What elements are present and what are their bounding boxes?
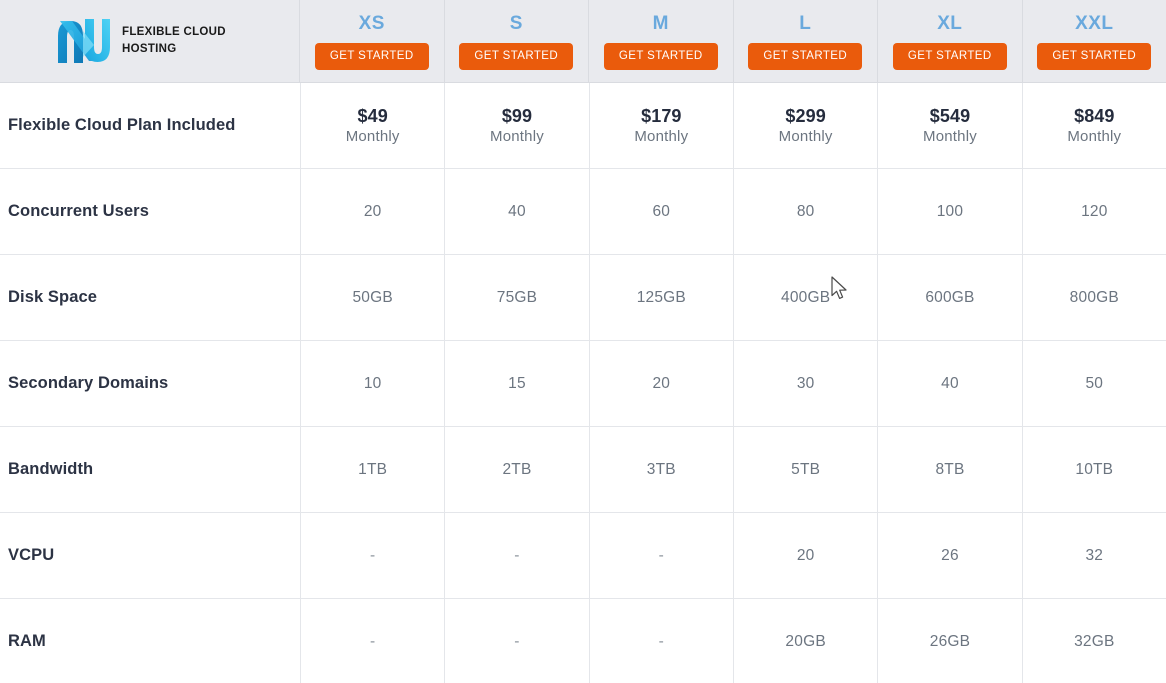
plan-column-l: L GET STARTED <box>734 0 878 82</box>
price-amount: $849 <box>1074 105 1115 126</box>
row-label: VCPU <box>8 546 55 564</box>
row-label: Secondary Domains <box>8 374 169 392</box>
table-cell: 800GB <box>1021 255 1166 340</box>
table-cell: 125GB <box>588 255 733 340</box>
price-period: Monthly <box>345 128 400 145</box>
table-row: Bandwidth 1TB 2TB 3TB 5TB 8TB 10TB <box>0 427 1166 513</box>
table-cell: 1TB <box>300 427 444 512</box>
table-cell: $849 Monthly <box>1021 83 1166 168</box>
flexible-cloud-hosting-logo-icon <box>58 19 110 63</box>
table-cell: 100 <box>877 169 1021 254</box>
plan-column-xl: XL GET STARTED <box>878 0 1023 82</box>
table-cell: $549 Monthly <box>877 83 1021 168</box>
plan-column-xs: XS GET STARTED <box>300 0 445 82</box>
price-amount: $299 <box>785 105 826 126</box>
table-cell: - <box>300 513 444 598</box>
table-row: Disk Space 50GB 75GB 125GB 400GB 600GB 8… <box>0 255 1166 341</box>
table-cell: 3TB <box>588 427 733 512</box>
brand-name: FLEXIBLE CLOUD HOSTING <box>122 24 226 57</box>
price-period: Monthly <box>490 128 544 145</box>
plan-name-xl: XL <box>937 12 963 34</box>
plan-name-m: M <box>652 12 669 34</box>
table-cell: 8TB <box>877 427 1021 512</box>
table-cell: 10 <box>300 341 444 426</box>
table-cell: $99 Monthly <box>444 83 588 168</box>
price-amount: $49 <box>357 105 388 126</box>
table-body: Flexible Cloud Plan Included $49 Monthly… <box>0 83 1166 683</box>
price-amount: $549 <box>929 105 971 126</box>
table-cell: $299 Monthly <box>732 83 877 168</box>
price-amount: $179 <box>641 105 682 126</box>
table-cell: 2TB <box>444 427 588 512</box>
plan-column-m: M GET STARTED <box>589 0 734 82</box>
table-cell: 400GB <box>732 255 877 340</box>
table-cell: 32 <box>1021 513 1166 598</box>
table-cell: $49 Monthly <box>300 83 444 168</box>
table-cell: 50 <box>1021 341 1166 426</box>
price-period: Monthly <box>1067 128 1122 145</box>
plan-column-s: S GET STARTED <box>445 0 589 82</box>
brand-name-line1: FLEXIBLE CLOUD <box>122 26 226 39</box>
row-label: RAM <box>8 632 46 650</box>
price-period: Monthly <box>778 128 833 145</box>
row-label: Flexible Cloud Plan Included <box>8 116 236 134</box>
table-cell: 30 <box>732 341 877 426</box>
table-cell: 20 <box>588 341 733 426</box>
pricing-comparison-table: FLEXIBLE CLOUD HOSTING XS GET STARTED S … <box>0 0 1166 683</box>
get-started-button-xs[interactable]: GET STARTED <box>314 42 429 71</box>
table-cell: 20GB <box>732 599 877 683</box>
table-cell: 20 <box>300 169 444 254</box>
table-cell: - <box>588 513 733 598</box>
price-period: Monthly <box>634 128 689 145</box>
plan-name-s: S <box>509 12 523 34</box>
table-cell: 80 <box>732 169 877 254</box>
table-cell: 26 <box>877 513 1021 598</box>
table-cell: - <box>444 513 588 598</box>
table-cell: 120 <box>1021 169 1166 254</box>
table-cell: 40 <box>877 341 1021 426</box>
table-cell: - <box>444 599 588 683</box>
row-label: Disk Space <box>8 288 98 306</box>
table-cell: 32GB <box>1021 599 1166 683</box>
table-cell: 75GB <box>444 255 588 340</box>
get-started-button-xxl[interactable]: GET STARTED <box>1037 42 1152 71</box>
brand-name-line2: HOSTING <box>122 43 177 55</box>
row-label: Bandwidth <box>8 460 94 478</box>
table-cell: 20 <box>732 513 877 598</box>
table-row: Flexible Cloud Plan Included $49 Monthly… <box>0 83 1166 169</box>
table-cell: 600GB <box>877 255 1021 340</box>
brand-cell: FLEXIBLE CLOUD HOSTING <box>0 0 300 82</box>
table-cell: 10TB <box>1021 427 1166 512</box>
table-row: Secondary Domains 10 15 20 30 40 50 <box>0 341 1166 427</box>
row-label: Concurrent Users <box>8 202 149 220</box>
table-cell: 40 <box>444 169 588 254</box>
table-cell: 26GB <box>877 599 1021 683</box>
table-cell: 5TB <box>732 427 877 512</box>
get-started-button-l[interactable]: GET STARTED <box>748 42 863 71</box>
get-started-button-m[interactable]: GET STARTED <box>603 42 718 71</box>
table-cell: 15 <box>444 341 588 426</box>
table-cell: 60 <box>588 169 733 254</box>
plan-name-l: L <box>799 12 812 34</box>
table-cell: - <box>300 599 444 683</box>
table-header-row: FLEXIBLE CLOUD HOSTING XS GET STARTED S … <box>0 0 1166 83</box>
get-started-button-s[interactable]: GET STARTED <box>459 42 574 71</box>
table-cell: - <box>588 599 733 683</box>
plan-name-xs: XS <box>358 12 385 34</box>
get-started-button-xl[interactable]: GET STARTED <box>892 42 1007 71</box>
table-cell: $179 Monthly <box>588 83 733 168</box>
plan-column-xxl: XXL GET STARTED <box>1023 0 1166 82</box>
table-row: VCPU - - - 20 26 32 <box>0 513 1166 599</box>
plan-name-xxl: XXL <box>1075 12 1114 34</box>
price-amount: $99 <box>501 105 533 126</box>
table-cell: 50GB <box>300 255 444 340</box>
price-period: Monthly <box>923 128 977 145</box>
table-row: RAM - - - 20GB 26GB 32GB <box>0 599 1166 683</box>
table-row: Concurrent Users 20 40 60 80 100 120 <box>0 169 1166 255</box>
